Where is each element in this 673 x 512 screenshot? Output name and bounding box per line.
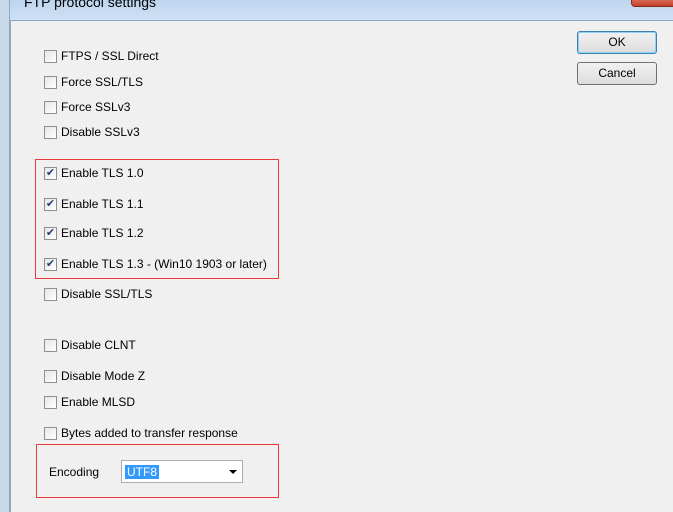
checkbox-option[interactable]: Disable Mode Z [44,369,145,383]
encoding-select[interactable]: UTF8 [121,460,243,483]
checkbox-label: Enable TLS 1.0 [61,166,144,180]
checkbox-option[interactable]: Disable CLNT [44,338,136,352]
checkbox-checked-icon[interactable]: ✔ [44,166,57,180]
checkbox-option[interactable]: FTPS / SSL Direct [44,49,159,63]
checkbox-unchecked-icon[interactable] [44,369,57,383]
checkbox-unchecked-icon[interactable] [44,395,57,409]
background-window-edge [0,0,10,512]
checkbox-option[interactable]: Disable SSLv3 [44,125,140,139]
dropdown-arrow-icon [229,470,237,474]
checkbox-label: Force SSLv3 [61,100,131,114]
checkbox-checked-icon[interactable]: ✔ [44,226,57,240]
checkbox-unchecked-icon[interactable] [44,426,57,440]
checkbox-option[interactable]: Disable SSL/TLS [44,287,152,301]
checkbox-option[interactable]: ✔ Enable TLS 1.2 [44,226,144,240]
checkbox-option[interactable]: ✔ Enable TLS 1.0 [44,166,144,180]
encoding-label: Encoding [49,465,100,479]
ok-button[interactable]: OK [577,31,657,54]
checkbox-label: FTPS / SSL Direct [61,49,159,63]
cancel-button[interactable]: Cancel [577,62,657,85]
checkbox-unchecked-icon[interactable] [44,75,57,89]
checkbox-label: Force SSL/TLS [61,75,144,89]
checkbox-unchecked-icon[interactable] [44,338,57,352]
checkbox-unchecked-icon[interactable] [44,49,57,63]
encoding-value: UTF8 [125,465,159,479]
checkbox-checked-icon[interactable]: ✔ [44,197,57,211]
checkbox-option[interactable]: ✔ Enable TLS 1.3 - (Win10 1903 or later) [44,257,267,271]
checkbox-unchecked-icon[interactable] [44,100,57,114]
checkbox-label: Bytes added to transfer response [61,426,238,440]
checkbox-label: Disable Mode Z [61,369,146,383]
checkbox-checked-icon[interactable]: ✔ [44,257,57,271]
checkbox-option[interactable]: Force SSLv3 [44,100,130,114]
title-bar: FTP protocol settings [10,0,673,20]
checkbox-option[interactable]: Enable MLSD [44,395,135,409]
checkbox-option[interactable]: ✔ Enable TLS 1.1 [44,197,144,211]
checkbox-unchecked-icon[interactable] [44,287,57,301]
checkbox-label: Enable TLS 1.2 [61,226,144,240]
checkbox-unchecked-icon[interactable] [44,125,57,139]
checkbox-label: Disable CLNT [61,338,136,352]
checkbox-label: Enable MLSD [61,395,136,409]
checkbox-label: Disable SSL/TLS [61,287,153,301]
checkbox-label: Enable TLS 1.3 - (Win10 1903 or later) [61,257,267,271]
close-button[interactable] [631,0,673,7]
checkbox-label: Enable TLS 1.1 [61,197,144,211]
checkbox-option[interactable]: Force SSL/TLS [44,75,143,89]
checkbox-option[interactable]: Bytes added to transfer response [44,426,238,440]
window-title: FTP protocol settings [24,0,157,10]
checkbox-label: Disable SSLv3 [61,125,140,139]
